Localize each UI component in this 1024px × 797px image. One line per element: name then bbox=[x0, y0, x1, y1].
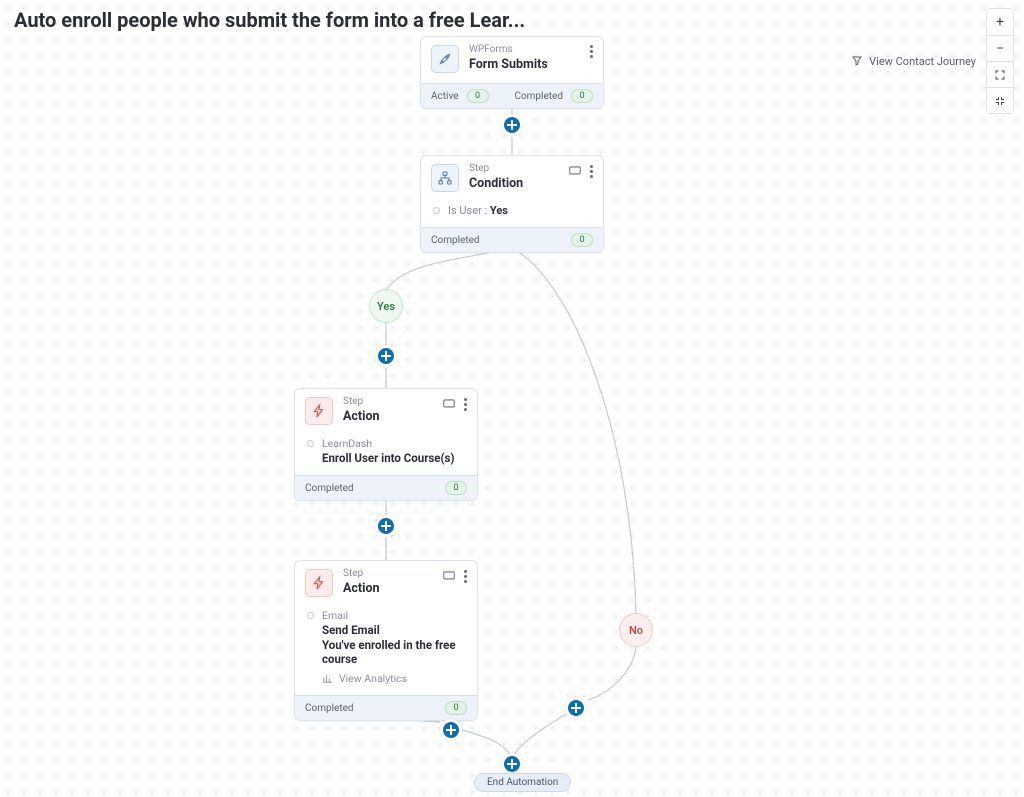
condition-card[interactable]: Step Condition Is User : Yes Completed 0 bbox=[420, 155, 604, 253]
bullet-icon bbox=[307, 612, 314, 619]
end-automation-node[interactable]: End Automation bbox=[474, 773, 571, 792]
more-menu-button[interactable] bbox=[590, 45, 593, 58]
step-label: Step bbox=[343, 397, 432, 407]
view-contact-journey-label: View Contact Journey bbox=[869, 55, 976, 68]
trigger-title: Form Submits bbox=[469, 57, 580, 72]
bullet-icon bbox=[307, 440, 314, 447]
action2-subject: You've enrolled in the free course bbox=[322, 638, 465, 666]
more-menu-button[interactable] bbox=[464, 570, 467, 583]
completed-label: Completed bbox=[305, 483, 354, 494]
filter-icon bbox=[851, 55, 863, 67]
completed-label: Completed bbox=[514, 91, 563, 102]
completed-count: 0 bbox=[445, 481, 467, 495]
condition-title: Condition bbox=[469, 176, 558, 191]
view-analytics-link[interactable]: View Analytics bbox=[322, 672, 465, 685]
collapse-icon bbox=[994, 95, 1006, 107]
condition-rule-value: Yes bbox=[490, 204, 508, 217]
action1-description: Enroll User into Course(s) bbox=[322, 451, 465, 465]
rocket-icon bbox=[431, 45, 459, 73]
add-step-button[interactable] bbox=[440, 719, 462, 741]
action-learn-dash-card[interactable]: Step Action LearnDash Enroll User into C… bbox=[294, 388, 478, 501]
zoom-out-button[interactable]: − bbox=[987, 35, 1013, 61]
branch-yes-badge: Yes bbox=[369, 289, 403, 323]
completed-label: Completed bbox=[305, 703, 354, 714]
completed-label: Completed bbox=[431, 235, 480, 246]
trigger-integration: WPForms bbox=[469, 45, 580, 55]
branch-no-badge: No bbox=[619, 613, 653, 647]
action2-title: Action bbox=[343, 581, 432, 596]
bolt-icon bbox=[305, 397, 333, 425]
add-step-button[interactable] bbox=[501, 114, 523, 136]
sitemap-icon bbox=[431, 164, 459, 192]
more-menu-button[interactable] bbox=[464, 398, 467, 411]
action1-integration: LearnDash bbox=[322, 437, 465, 450]
bolt-icon bbox=[305, 569, 333, 597]
zoom-fit-button[interactable] bbox=[987, 61, 1013, 87]
step-label: Step bbox=[469, 164, 558, 174]
bar-chart-icon bbox=[322, 673, 333, 684]
note-icon[interactable] bbox=[442, 397, 456, 411]
step-label: Step bbox=[343, 569, 432, 579]
expand-icon bbox=[994, 69, 1006, 81]
condition-rule-key: Is User : bbox=[448, 204, 487, 217]
action1-title: Action bbox=[343, 409, 432, 424]
add-step-button[interactable] bbox=[565, 697, 587, 719]
zoom-in-button[interactable]: + bbox=[987, 9, 1013, 35]
zoom-reset-button[interactable] bbox=[987, 87, 1013, 113]
add-step-button[interactable] bbox=[375, 515, 397, 537]
action2-description: Send Email bbox=[322, 623, 465, 637]
add-step-button[interactable] bbox=[501, 753, 523, 775]
view-contact-journey-button[interactable]: View Contact Journey bbox=[851, 55, 976, 68]
page-title: Auto enroll people who submit the form i… bbox=[14, 8, 525, 32]
bullet-icon bbox=[433, 207, 440, 214]
active-label: Active bbox=[431, 91, 459, 102]
more-menu-button[interactable] bbox=[590, 165, 593, 178]
active-count: 0 bbox=[467, 89, 489, 103]
completed-count: 0 bbox=[571, 89, 593, 103]
add-step-button[interactable] bbox=[375, 345, 397, 367]
completed-count: 0 bbox=[571, 233, 593, 247]
completed-count: 0 bbox=[445, 701, 467, 715]
action2-integration: Email bbox=[322, 609, 465, 622]
trigger-card[interactable]: WPForms Form Submits Active 0 Completed … bbox=[420, 36, 604, 109]
note-icon[interactable] bbox=[442, 569, 456, 583]
note-icon[interactable] bbox=[568, 164, 582, 178]
zoom-controls: + − bbox=[986, 8, 1014, 114]
action-send-email-card[interactable]: Step Action Email Send Email You've enro… bbox=[294, 560, 478, 721]
